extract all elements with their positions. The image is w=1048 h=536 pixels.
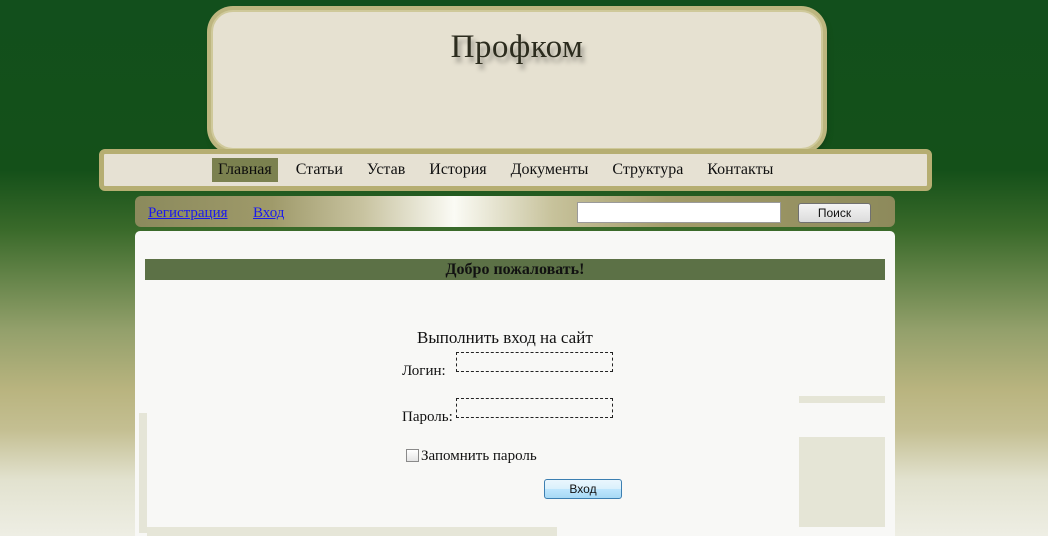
nav-item-history[interactable]: История	[423, 158, 492, 182]
nav-item-home[interactable]: Главная	[212, 158, 278, 182]
nav-item-charter[interactable]: Устав	[361, 158, 411, 182]
password-label: Пароль:	[402, 409, 453, 425]
login-form-title: Выполнить вход на сайт	[417, 328, 593, 347]
remember-label: Запомнить пароль	[421, 448, 537, 464]
header-banner: Профком	[211, 10, 823, 150]
welcome-heading: Добро пожаловать!	[145, 259, 885, 280]
search-input[interactable]	[577, 202, 781, 223]
bottom-decoration	[147, 527, 557, 536]
nav-item-articles[interactable]: Статьи	[290, 158, 349, 182]
login-input[interactable]	[456, 352, 613, 372]
nav-list: Главная Статьи Устав История Документы С…	[212, 158, 791, 182]
secondary-bar: Регистрация Вход Поиск	[135, 196, 895, 227]
left-decoration	[139, 413, 147, 533]
right-decoration	[799, 437, 885, 527]
password-input[interactable]	[456, 398, 613, 418]
site-title: Профком	[450, 29, 584, 65]
login-label: Логин:	[402, 363, 446, 379]
remember-checkbox[interactable]	[406, 449, 419, 462]
nav-item-contacts[interactable]: Контакты	[701, 158, 779, 182]
search-button[interactable]: Поиск	[798, 203, 871, 223]
main-nav: Главная Статьи Устав История Документы С…	[99, 149, 932, 191]
login-link[interactable]: Вход	[253, 205, 284, 222]
nav-item-documents[interactable]: Документы	[505, 158, 595, 182]
content-panel: Добро пожаловать! Выполнить вход на сайт…	[135, 231, 895, 536]
login-submit-button[interactable]: Вход	[544, 479, 622, 499]
right-decoration-top	[799, 396, 885, 403]
register-link[interactable]: Регистрация	[148, 205, 228, 222]
nav-item-structure[interactable]: Структура	[606, 158, 689, 182]
